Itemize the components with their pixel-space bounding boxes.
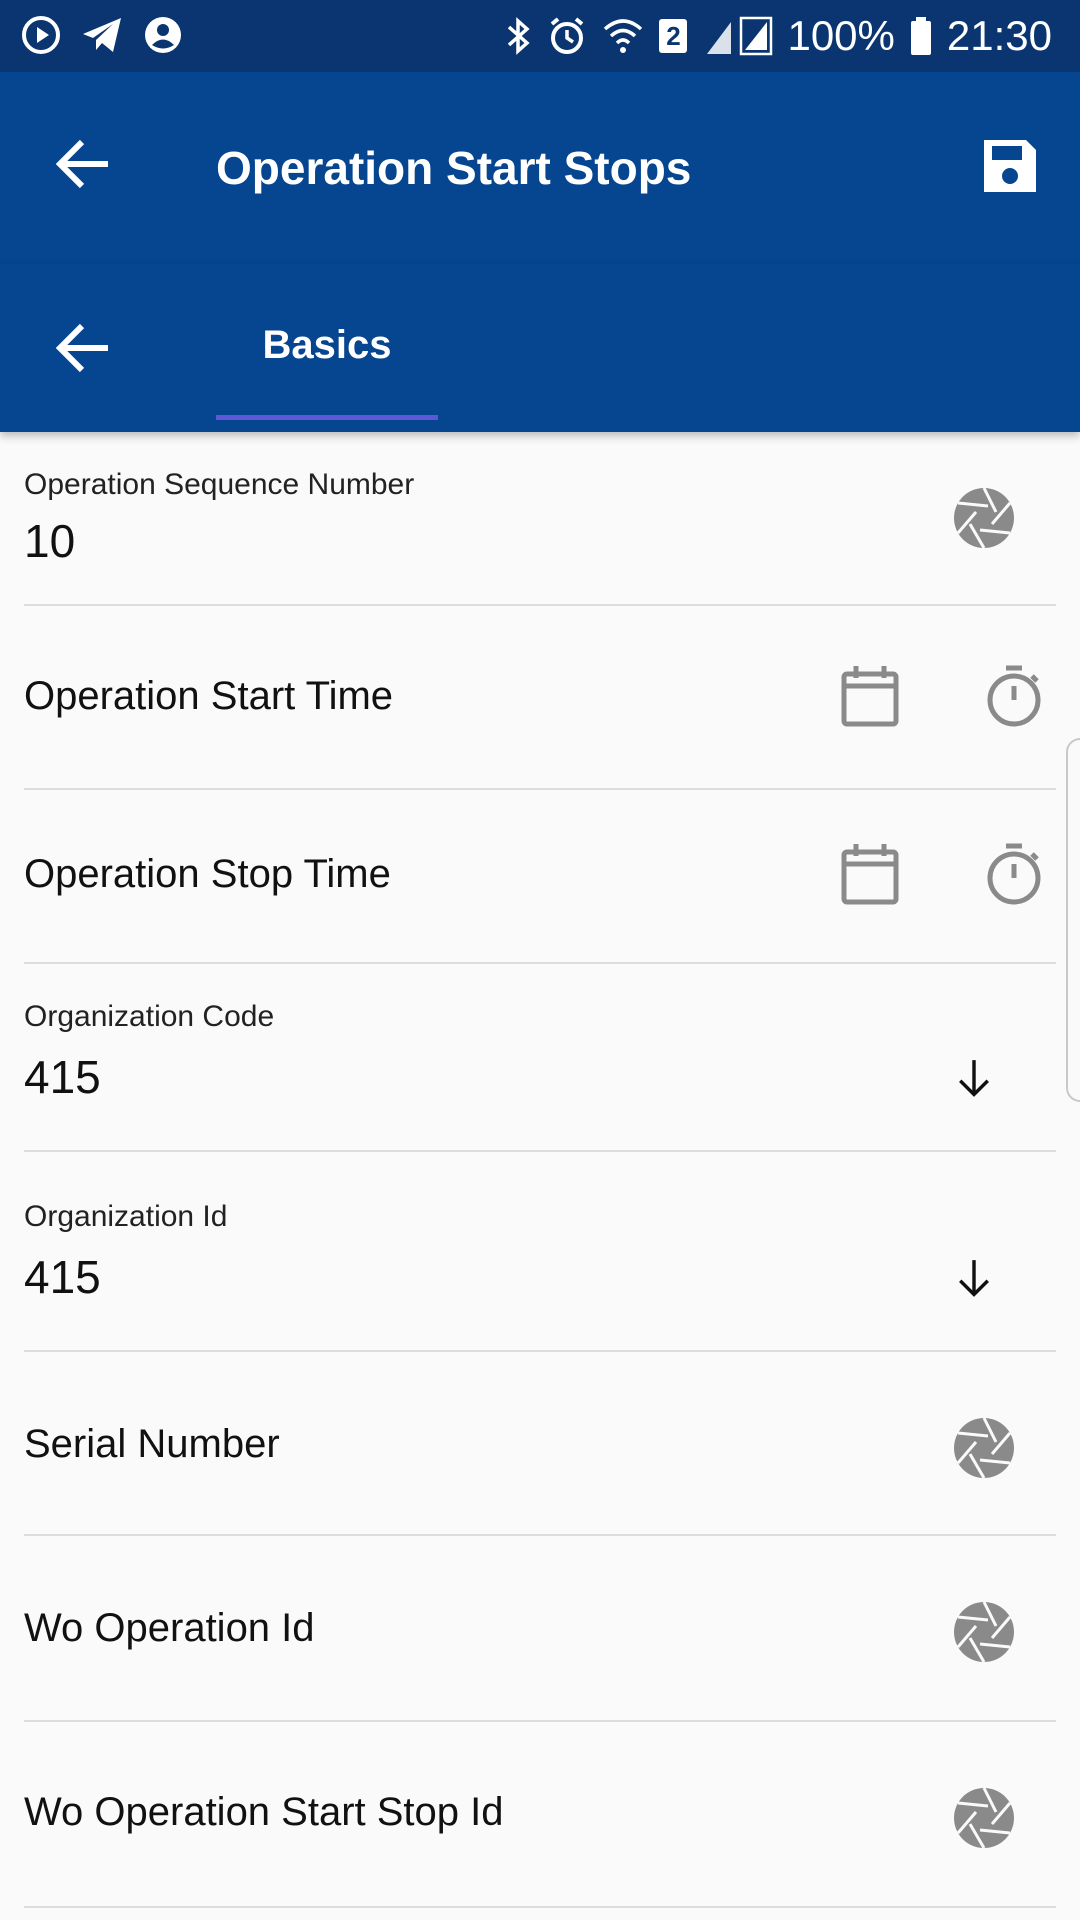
battery-icon	[910, 17, 931, 55]
sim-badge: 2	[659, 19, 688, 53]
field-label: Operation Start Time	[24, 674, 394, 718]
account-icon	[145, 17, 181, 53]
scroll-handle[interactable]	[1066, 738, 1080, 1102]
arrow-down-icon[interactable]	[952, 1056, 996, 1100]
clock: 21:30	[946, 12, 1052, 59]
telegram-icon	[83, 18, 121, 52]
field-label: Operation Sequence Number	[24, 468, 415, 501]
field-operation-stop-time[interactable]: Operation Stop Time	[24, 788, 1056, 964]
field-operation-sequence-number[interactable]: Operation Sequence Number 10	[24, 432, 1056, 606]
status-bar-right: 2 100% 21:30	[503, 10, 1052, 62]
camera-shutter-icon[interactable]	[952, 1600, 1016, 1664]
save-icon[interactable]	[980, 136, 1040, 196]
field-value: 415	[24, 1251, 101, 1303]
tab-basics-label: Basics	[262, 323, 392, 367]
app-bar: Operation Start Stops	[0, 72, 1080, 264]
field-value: 10	[24, 515, 76, 567]
field-wo-operation-start-stop-id[interactable]: Wo Operation Start Stop Id	[24, 1720, 1056, 1908]
camera-shutter-icon[interactable]	[952, 1786, 1016, 1850]
field-organization-code[interactable]: Organization Code 415	[24, 962, 1056, 1152]
bluetooth-icon	[508, 17, 531, 55]
field-label: Operation Stop Time	[24, 852, 391, 896]
calendar-icon[interactable]	[838, 664, 902, 728]
field-value: 415	[24, 1051, 101, 1103]
calendar-icon[interactable]	[838, 842, 902, 906]
camera-shutter-icon[interactable]	[952, 1416, 1016, 1480]
arrow-back-icon[interactable]	[52, 316, 116, 380]
battery-percent: 100%	[787, 12, 895, 59]
field-label: Wo Operation Id	[24, 1606, 315, 1650]
tab-indicator	[216, 415, 438, 420]
field-label: Organization Id	[24, 1200, 228, 1233]
camera-shutter-icon[interactable]	[952, 486, 1016, 550]
tab-basics[interactable]: Basics	[216, 264, 438, 432]
field-wo-operation-id[interactable]: Wo Operation Id	[24, 1534, 1056, 1722]
media-play-icon	[22, 16, 60, 54]
field-label: Organization Code	[24, 1000, 275, 1033]
field-label: Wo Operation Start Stop Id	[24, 1790, 504, 1834]
stopwatch-icon[interactable]	[982, 842, 1046, 906]
alarm-icon	[551, 17, 584, 54]
signal-icon	[707, 16, 773, 56]
arrow-down-icon[interactable]	[952, 1256, 996, 1300]
stopwatch-icon[interactable]	[982, 664, 1046, 728]
wifi-icon	[604, 19, 643, 53]
field-operation-start-time[interactable]: Operation Start Time	[24, 604, 1056, 790]
status-bar-left	[20, 14, 184, 56]
tab-bar: Basics	[0, 264, 1080, 432]
field-serial-number[interactable]: Serial Number	[24, 1350, 1056, 1536]
arrow-back-icon[interactable]	[52, 132, 116, 196]
status-bar: 2 100% 21:30	[0, 0, 1080, 72]
field-label: Serial Number	[24, 1422, 280, 1466]
field-organization-id[interactable]: Organization Id 415	[24, 1150, 1056, 1352]
page-title: Operation Start Stops	[216, 142, 692, 194]
